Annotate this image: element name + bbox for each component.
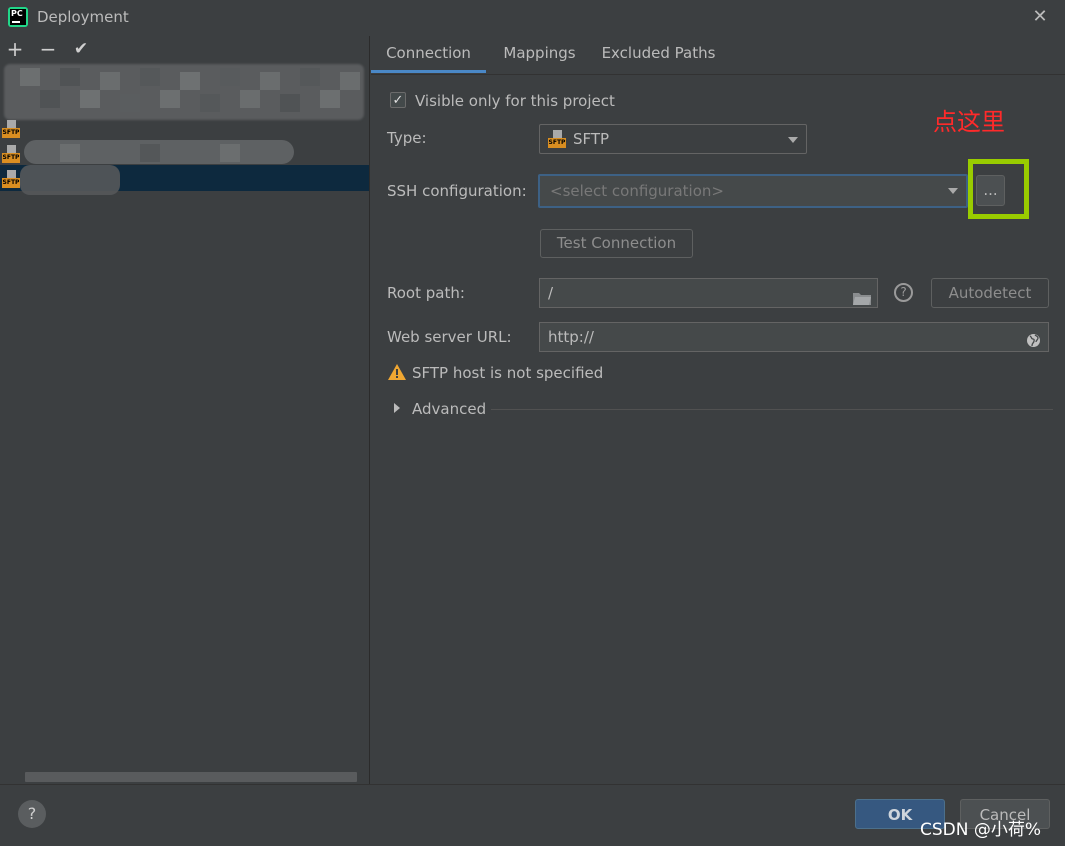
- chevron-down-icon: [948, 188, 958, 194]
- annotation-highlight-box: [968, 159, 1029, 219]
- chevron-down-icon: [788, 137, 798, 143]
- folder-icon[interactable]: [853, 286, 871, 305]
- title-bar: [0, 0, 1065, 36]
- autodetect-button[interactable]: Autodetect: [931, 278, 1049, 308]
- warning-message: SFTP host is not specified: [412, 364, 604, 382]
- web-server-url-label: Web server URL:: [387, 328, 512, 346]
- sftp-server-icon: SFTP: [2, 170, 22, 188]
- root-path-value: /: [548, 284, 554, 302]
- type-select[interactable]: SFTP SFTP: [539, 124, 807, 154]
- visible-only-label: Visible only for this project: [415, 92, 615, 110]
- chevron-right-icon[interactable]: [394, 403, 400, 413]
- warning-icon: [388, 364, 406, 380]
- ssh-configuration-select[interactable]: <select configuration>: [538, 174, 968, 208]
- ssh-configuration-label: SSH configuration:: [387, 182, 527, 200]
- sftp-icon: SFTP: [548, 130, 568, 148]
- help-button[interactable]: ?: [18, 800, 46, 828]
- ssh-configuration-placeholder: <select configuration>: [550, 182, 724, 200]
- help-icon[interactable]: ?: [894, 283, 913, 302]
- test-connection-button[interactable]: Test Connection: [540, 229, 693, 258]
- selected-server-row[interactable]: [0, 165, 369, 195]
- sftp-server-icon: SFTP: [2, 120, 22, 138]
- tab-excluded-paths[interactable]: Excluded Paths: [596, 36, 721, 73]
- advanced-section-toggle[interactable]: Advanced: [412, 400, 486, 418]
- add-server-button[interactable]: +: [3, 36, 27, 62]
- sftp-server-icon: SFTP: [2, 145, 22, 163]
- web-server-url-value: http://: [548, 328, 594, 346]
- set-default-button[interactable]: ✔: [69, 36, 93, 62]
- tab-connection[interactable]: Connection: [371, 36, 486, 73]
- remove-server-button[interactable]: −: [36, 36, 60, 62]
- root-path-input[interactable]: /: [539, 278, 878, 308]
- close-icon[interactable]: ✕: [1028, 4, 1052, 30]
- advanced-divider: [491, 409, 1053, 410]
- annotation-text: 点这里: [933, 108, 1005, 136]
- horizontal-scrollbar[interactable]: [25, 772, 357, 782]
- type-label: Type:: [387, 129, 427, 147]
- visible-only-checkbox[interactable]: ✓: [390, 92, 406, 108]
- root-path-label: Root path:: [387, 284, 465, 302]
- web-server-url-input[interactable]: http://: [539, 322, 1049, 352]
- csdn-watermark: CSDN @小荷%: [920, 820, 1042, 840]
- globe-icon[interactable]: [1026, 329, 1041, 347]
- type-value: SFTP: [573, 130, 610, 148]
- tab-mappings[interactable]: Mappings: [491, 36, 588, 73]
- server-list-toolbar: + − ✔: [0, 36, 369, 64]
- pycharm-app-icon: PC: [8, 7, 28, 27]
- tab-strip: Connection Mappings Excluded Paths: [371, 36, 1065, 75]
- window-title: Deployment: [37, 8, 129, 26]
